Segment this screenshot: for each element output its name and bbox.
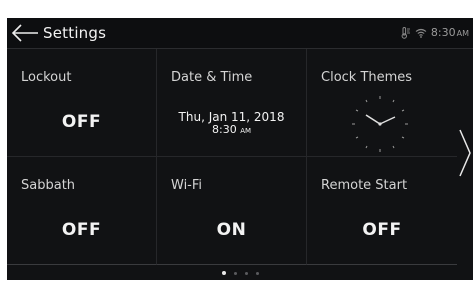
settings-grid: Lockout OFF Date & Time Thu, Jan 11, 201… <box>7 49 457 265</box>
page-title: Settings <box>43 24 107 42</box>
temperature-probe-icon <box>401 26 410 39</box>
tile-value: OFF <box>61 220 102 240</box>
tile-clock-themes[interactable]: Clock Themes <box>307 49 457 157</box>
tile-label: Wi-Fi <box>171 178 203 193</box>
oven-settings-screen: Settings 8:30AM Lockout OFF Date & Time … <box>7 18 473 280</box>
chevron-right-icon <box>459 129 471 177</box>
tile-label: Lockout <box>21 70 72 85</box>
tile-label: Sabbath <box>21 178 76 193</box>
date-time-value: Thu, Jan 11, 2018 8:30 AM <box>157 111 306 137</box>
analog-clock-icon <box>352 96 408 152</box>
page-dot-active[interactable] <box>221 271 226 275</box>
page-dot[interactable] <box>244 271 248 275</box>
header-bar: Settings 8:30AM <box>7 18 473 49</box>
tile-label: Remote Start <box>321 178 408 193</box>
tile-wifi[interactable]: Wi-Fi ON <box>157 157 307 265</box>
status-area: 8:30AM <box>401 26 469 39</box>
tile-remote-start[interactable]: Remote Start OFF <box>307 157 457 265</box>
tile-label: Date & Time <box>171 70 253 85</box>
back-button[interactable] <box>10 22 40 44</box>
wifi-icon <box>415 28 427 38</box>
next-page-button[interactable] <box>457 128 473 178</box>
tile-lockout[interactable]: Lockout OFF <box>7 49 157 157</box>
tile-label: Clock Themes <box>321 70 413 85</box>
tile-value: OFF <box>362 220 402 240</box>
arrow-left-icon <box>11 24 38 42</box>
page-dot[interactable] <box>255 271 259 275</box>
time-text: 8:30 AM <box>211 123 252 136</box>
page-indicator <box>7 266 473 280</box>
status-time: 8:30AM <box>430 26 469 39</box>
page-dot[interactable] <box>233 271 237 275</box>
tile-value: ON <box>216 220 247 240</box>
tile-value: OFF <box>61 112 102 132</box>
tile-date-time[interactable]: Date & Time Thu, Jan 11, 2018 8:30 AM <box>157 49 307 157</box>
tile-sabbath[interactable]: Sabbath OFF <box>7 157 157 265</box>
